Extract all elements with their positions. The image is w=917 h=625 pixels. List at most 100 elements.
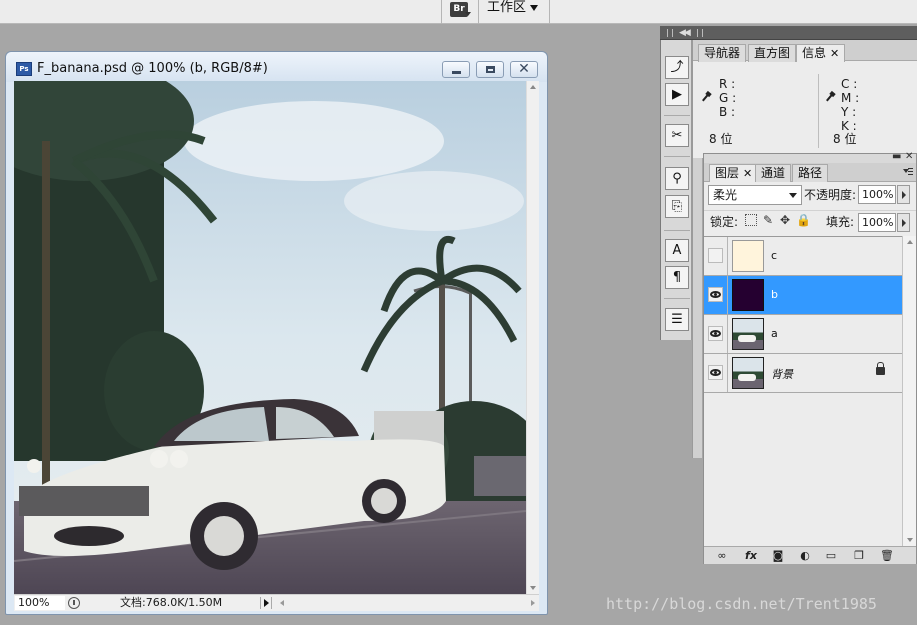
- brushes-panel-icon[interactable]: ⚲: [665, 167, 689, 190]
- dock-spacer: [692, 158, 702, 458]
- tab-paths[interactable]: 路径: [792, 164, 829, 182]
- channel-b-label: B :: [719, 105, 736, 119]
- layer-row-b[interactable]: b: [704, 276, 902, 315]
- tab-info[interactable]: 信息 ✕: [796, 44, 846, 62]
- lock-position-icon[interactable]: ✥: [779, 214, 791, 226]
- layer-name[interactable]: 背景: [771, 366, 793, 382]
- maximize-button[interactable]: [476, 61, 504, 78]
- tab-histogram[interactable]: 直方图: [748, 44, 797, 62]
- eyedropper-icon[interactable]: [701, 92, 711, 102]
- minimize-panel-icon[interactable]: ▬: [892, 151, 901, 162]
- info-separator: [818, 74, 819, 148]
- scroll-right-icon[interactable]: [531, 600, 535, 606]
- layer-name[interactable]: b: [771, 288, 778, 301]
- clone-source-icon[interactable]: ⎘: [665, 195, 689, 218]
- channel-c-label: C :: [841, 77, 858, 91]
- status-menu-button[interactable]: [260, 597, 272, 609]
- panel-icon-bar: ⤴ ▶ ✂ ⚲ ⎘ A ¶ ☰: [660, 40, 692, 340]
- tab-navigator[interactable]: 导航器: [698, 44, 747, 62]
- floating-panel-header[interactable]: ▬ ✕: [704, 151, 916, 163]
- scroll-down-icon[interactable]: [907, 538, 913, 542]
- eyedropper-icon[interactable]: [825, 92, 835, 102]
- layer-thumbnail: [732, 240, 764, 272]
- lock-row: 锁定: ✎ ✥ 🔒 填充: 100%: [704, 210, 916, 234]
- layer-thumbnail: [732, 318, 764, 350]
- adjustment-layer-icon[interactable]: ◐: [798, 549, 812, 562]
- close-icon: ✕: [518, 61, 530, 77]
- layer-list: c b a 背景: [704, 236, 902, 546]
- document-titlebar[interactable]: Ps F_banana.psd @ 100% (b, RGB/8#) ✕: [6, 52, 547, 82]
- lock-transparency-icon[interactable]: [745, 214, 757, 226]
- scroll-up-icon[interactable]: [907, 240, 913, 244]
- fill-input[interactable]: 100%: [858, 213, 896, 232]
- close-panel-icon[interactable]: ✕: [905, 151, 913, 162]
- panel-menu-icon[interactable]: [903, 167, 913, 177]
- tab-channels[interactable]: 通道: [755, 164, 792, 182]
- lock-all-icon[interactable]: 🔒: [796, 214, 811, 226]
- visibility-toggle[interactable]: [704, 315, 728, 353]
- icon-separator: [664, 298, 690, 299]
- layer-row-background[interactable]: 背景: [704, 354, 902, 393]
- delete-layer-icon[interactable]: 🗑: [880, 549, 894, 562]
- dock-grip-icon[interactable]: [667, 29, 673, 37]
- layers-toolbar: ∞ fx ◙ ◐ ▭ ❐ 🗑: [704, 546, 916, 564]
- scroll-up-icon[interactable]: [530, 85, 536, 89]
- actions-panel-icon[interactable]: ▶: [665, 83, 689, 106]
- panel-dock-header[interactable]: ◀◀: [660, 26, 917, 40]
- channel-k-label: K :: [841, 119, 857, 133]
- add-mask-icon[interactable]: ◙: [771, 549, 785, 562]
- opacity-input[interactable]: 100%: [858, 185, 896, 204]
- close-tab-icon[interactable]: ✕: [830, 47, 839, 60]
- tab-layers[interactable]: 图层 ✕: [709, 164, 759, 182]
- collapse-panels-icon[interactable]: ◀◀: [679, 26, 691, 40]
- layer-row-c[interactable]: c: [704, 237, 902, 276]
- visibility-toggle[interactable]: [704, 237, 728, 275]
- notes-panel-icon[interactable]: ☰: [665, 308, 689, 331]
- link-layers-icon[interactable]: ∞: [715, 549, 729, 562]
- layer-style-icon[interactable]: fx: [744, 549, 758, 562]
- workspace-menu[interactable]: 工作区: [487, 0, 539, 16]
- layer-name[interactable]: c: [771, 249, 777, 262]
- canvas-photo: [14, 81, 526, 594]
- tool-presets-icon[interactable]: ✂: [665, 124, 689, 147]
- visibility-toggle[interactable]: [704, 276, 728, 314]
- fill-slider-button[interactable]: [897, 213, 910, 232]
- close-tab-icon[interactable]: ✕: [743, 167, 752, 180]
- blend-mode-select[interactable]: 柔光: [708, 185, 802, 205]
- dock-grip-icon[interactable]: [697, 29, 703, 37]
- new-layer-icon[interactable]: ❐: [852, 549, 866, 562]
- close-button[interactable]: ✕: [510, 61, 538, 78]
- opacity-slider-button[interactable]: [897, 185, 910, 204]
- vertical-scrollbar[interactable]: [526, 81, 539, 594]
- bridge-dropdown-icon: [465, 12, 471, 16]
- character-panel-icon[interactable]: A: [665, 239, 689, 262]
- blend-row: 柔光 不透明度: 100%: [704, 184, 916, 208]
- zoom-level-input[interactable]: 100%: [15, 596, 65, 610]
- layer-name[interactable]: a: [771, 327, 778, 340]
- visibility-empty-box: [708, 248, 723, 263]
- visibility-toggle[interactable]: [704, 354, 728, 392]
- scroll-left-icon[interactable]: [280, 600, 284, 606]
- fill-label: 填充:: [826, 215, 855, 229]
- document-window[interactable]: Ps F_banana.psd @ 100% (b, RGB/8#) ✕ 100…: [5, 51, 548, 615]
- minimize-button[interactable]: [442, 61, 470, 78]
- layer-row-a[interactable]: a: [704, 315, 902, 354]
- layers-scrollbar[interactable]: [902, 236, 916, 546]
- scroll-down-icon[interactable]: [530, 586, 536, 590]
- left-bitdepth: 8 位: [709, 132, 733, 146]
- workspace-label: 工作区: [487, 0, 527, 15]
- layers-panel-tabs: 图层 ✕ 通道 路径: [704, 163, 916, 182]
- new-group-icon[interactable]: ▭: [824, 549, 838, 562]
- channel-m-label: M :: [841, 91, 860, 105]
- image-canvas[interactable]: [14, 81, 526, 594]
- horizontal-scrollbar[interactable]: [276, 596, 539, 610]
- opacity-label: 不透明度:: [804, 188, 857, 202]
- bridge-button[interactable]: Br: [446, 0, 472, 20]
- history-panel-icon[interactable]: ⤴: [665, 56, 689, 79]
- lock-pixels-icon[interactable]: ✎: [762, 214, 774, 226]
- application-bar: Br 工作区: [0, 0, 917, 24]
- bar-separator: [549, 0, 550, 24]
- eye-icon: [710, 330, 721, 337]
- paragraph-panel-icon[interactable]: ¶: [665, 266, 689, 289]
- watermark-text: http://blog.csdn.net/Trent1985: [606, 595, 877, 613]
